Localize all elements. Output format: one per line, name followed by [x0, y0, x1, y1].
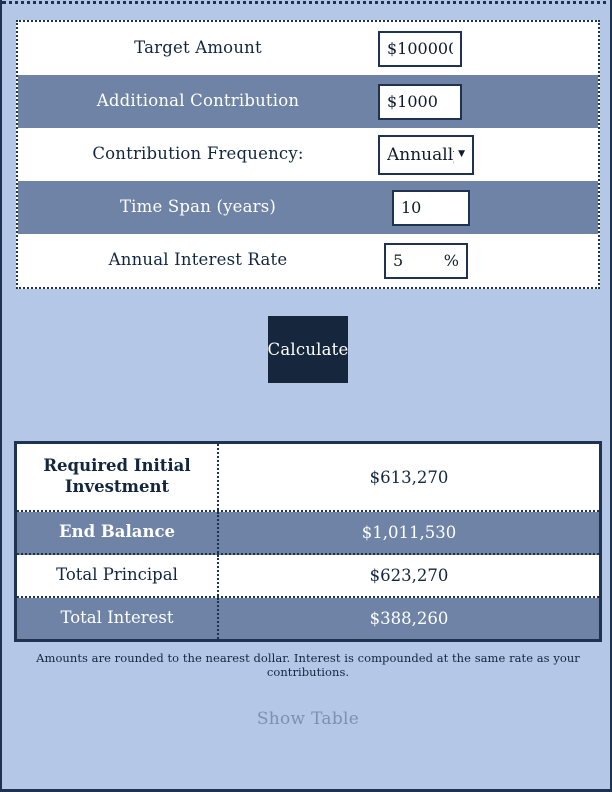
- calculate-button[interactable]: Calculate: [268, 316, 348, 383]
- time-span-input[interactable]: 10: [392, 189, 470, 226]
- results-table: Required Initial Investment $613,270 End…: [14, 441, 602, 642]
- label-target-amount: Target Amount: [134, 38, 262, 58]
- page-top-rule: [2, 1, 612, 4]
- label-annual-interest-rate: Annual Interest Rate: [108, 250, 288, 270]
- annual-interest-rate-value: 5: [393, 251, 404, 270]
- contribution-frequency-value: Annually: [387, 144, 454, 165]
- calculator-page: Target Amount $1000000 Additional Contri…: [0, 0, 612, 792]
- time-span-value: 10: [401, 198, 422, 217]
- result-value-total-principal: $623,270: [369, 566, 449, 585]
- table-row: Total Principal $623,270: [17, 555, 599, 598]
- table-row: End Balance $1,011,530: [17, 512, 599, 555]
- label-additional-contribution: Additional Contribution: [96, 91, 300, 111]
- target-amount-value: $1000000: [387, 39, 453, 58]
- target-amount-input[interactable]: $1000000: [378, 30, 462, 67]
- control-contribution-frequency: Annually ▼: [378, 134, 598, 175]
- additional-contribution-value: $1000: [387, 92, 438, 111]
- result-value-end-balance: $1,011,530: [361, 523, 457, 542]
- results-footnote: Amounts are rounded to the nearest dolla…: [36, 651, 580, 679]
- form-row-target-amount: Target Amount $1000000: [18, 22, 598, 75]
- result-label-required-initial-investment: Required Initial Investment: [17, 444, 219, 510]
- result-label-total-principal: Total Principal: [17, 555, 219, 596]
- input-form-table: Target Amount $1000000 Additional Contri…: [16, 20, 600, 289]
- table-row: Required Initial Investment $613,270: [17, 444, 599, 512]
- result-value-required-initial-investment: $613,270: [369, 467, 449, 487]
- result-label-total-interest: Total Interest: [17, 598, 219, 639]
- label-contribution-frequency: Contribution Frequency:: [92, 144, 304, 164]
- contribution-frequency-select[interactable]: Annually ▼: [378, 134, 474, 175]
- result-label-end-balance: End Balance: [17, 512, 219, 553]
- control-annual-interest-rate: 5 %: [378, 242, 598, 279]
- label-time-span: Time Span (years): [119, 197, 277, 217]
- control-additional-contribution: $1000: [378, 83, 598, 120]
- additional-contribution-input[interactable]: $1000: [378, 83, 462, 120]
- annual-interest-rate-input[interactable]: 5 %: [384, 242, 468, 279]
- table-row: Total Interest $388,260: [17, 598, 599, 639]
- form-row-additional-contribution: Additional Contribution $1000: [18, 75, 598, 128]
- form-row-annual-interest-rate: Annual Interest Rate 5 %: [18, 234, 598, 287]
- form-row-time-span: Time Span (years) 10: [18, 181, 598, 234]
- control-time-span: 10: [378, 189, 598, 226]
- show-table-link[interactable]: Show Table: [2, 709, 612, 729]
- control-target-amount: $1000000: [378, 30, 598, 67]
- form-row-contribution-frequency: Contribution Frequency: Annually ▼: [18, 128, 598, 181]
- calculate-button-row: Calculate: [2, 316, 612, 383]
- result-value-total-interest: $388,260: [369, 609, 449, 628]
- chevron-down-icon: ▼: [458, 149, 465, 159]
- percent-sign: %: [443, 251, 459, 270]
